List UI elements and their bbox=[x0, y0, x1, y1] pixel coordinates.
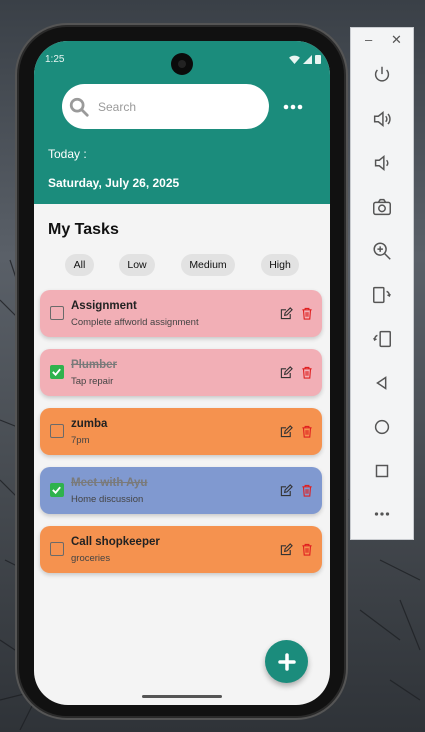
task-description: groceries bbox=[71, 553, 111, 564]
rotate-left-icon[interactable] bbox=[367, 280, 397, 310]
power-icon[interactable] bbox=[367, 60, 397, 90]
section-title: My Tasks bbox=[48, 221, 119, 238]
status-time: 1:25 bbox=[45, 54, 65, 65]
edit-icon[interactable] bbox=[280, 543, 293, 556]
task-description: Tap repair bbox=[71, 376, 114, 387]
task-checkbox[interactable] bbox=[50, 542, 64, 556]
current-date: Saturday, July 26, 2025 bbox=[48, 176, 180, 190]
zoom-in-icon[interactable] bbox=[367, 236, 397, 266]
search-icon bbox=[69, 97, 89, 117]
task-description: Complete affworld assignment bbox=[71, 317, 199, 328]
task-title: Meet with Ayu bbox=[71, 477, 148, 489]
gesture-home-bar[interactable] bbox=[142, 695, 222, 698]
minimize-icon[interactable]: – bbox=[365, 32, 372, 47]
battery-icon bbox=[315, 55, 321, 64]
task-card[interactable]: zumba 7pm bbox=[40, 408, 322, 455]
close-icon[interactable]: ✕ bbox=[391, 32, 402, 48]
status-icons bbox=[289, 54, 321, 64]
plus-icon bbox=[277, 652, 296, 671]
filter-low[interactable]: Low bbox=[119, 254, 155, 276]
volume-down-icon[interactable] bbox=[367, 148, 397, 178]
emulator-side-panel: – ✕ bbox=[350, 27, 414, 540]
home-icon[interactable] bbox=[367, 412, 397, 442]
phone-frame: 1:25 Search Today : Saturday, July 26, 2… bbox=[19, 27, 344, 716]
volume-up-icon[interactable] bbox=[367, 104, 397, 134]
today-label: Today : bbox=[48, 147, 87, 161]
task-checkbox[interactable] bbox=[50, 483, 64, 497]
edit-icon[interactable] bbox=[280, 425, 293, 438]
signal-icon bbox=[303, 54, 312, 64]
trash-icon[interactable] bbox=[301, 484, 313, 497]
task-title: Call shopkeeper bbox=[71, 536, 160, 548]
task-title: Plumber bbox=[71, 359, 118, 371]
edit-icon[interactable] bbox=[280, 366, 293, 379]
search-bar[interactable]: Search bbox=[62, 84, 269, 129]
task-description: 7pm bbox=[71, 435, 90, 446]
filter-all[interactable]: All bbox=[65, 254, 94, 276]
task-title: zumba bbox=[71, 418, 108, 430]
front-camera bbox=[171, 53, 193, 75]
overview-icon[interactable] bbox=[367, 456, 397, 486]
task-card[interactable]: Plumber Tap repair bbox=[40, 349, 322, 396]
task-card[interactable]: Call shopkeeper groceries bbox=[40, 526, 322, 573]
trash-icon[interactable] bbox=[301, 543, 313, 556]
task-checkbox[interactable] bbox=[50, 424, 64, 438]
trash-icon[interactable] bbox=[301, 307, 313, 320]
trash-icon[interactable] bbox=[301, 366, 313, 379]
panel-titlebar: – ✕ bbox=[351, 28, 413, 54]
trash-icon[interactable] bbox=[301, 425, 313, 438]
filter-medium[interactable]: Medium bbox=[181, 254, 235, 276]
wifi-icon bbox=[289, 55, 300, 64]
camera-icon[interactable] bbox=[367, 192, 397, 222]
filter-high[interactable]: High bbox=[261, 254, 299, 276]
edit-icon[interactable] bbox=[280, 484, 293, 497]
search-input[interactable]: Search bbox=[98, 100, 136, 114]
rotate-right-icon[interactable] bbox=[367, 324, 397, 354]
more-vertical-dots-icon[interactable] bbox=[282, 98, 304, 116]
task-checkbox[interactable] bbox=[50, 306, 64, 320]
edit-icon[interactable] bbox=[280, 307, 293, 320]
task-checkbox[interactable] bbox=[50, 365, 64, 379]
task-title: Assignment bbox=[71, 300, 137, 312]
task-card[interactable]: Assignment Complete affworld assignment bbox=[40, 290, 322, 337]
add-task-button[interactable] bbox=[265, 640, 308, 683]
task-card[interactable]: Meet with Ayu Home discussion bbox=[40, 467, 322, 514]
task-description: Home discussion bbox=[71, 494, 144, 505]
app-screen: 1:25 Search Today : Saturday, July 26, 2… bbox=[34, 41, 330, 705]
back-icon[interactable] bbox=[367, 368, 397, 398]
more-icon[interactable] bbox=[367, 499, 397, 529]
